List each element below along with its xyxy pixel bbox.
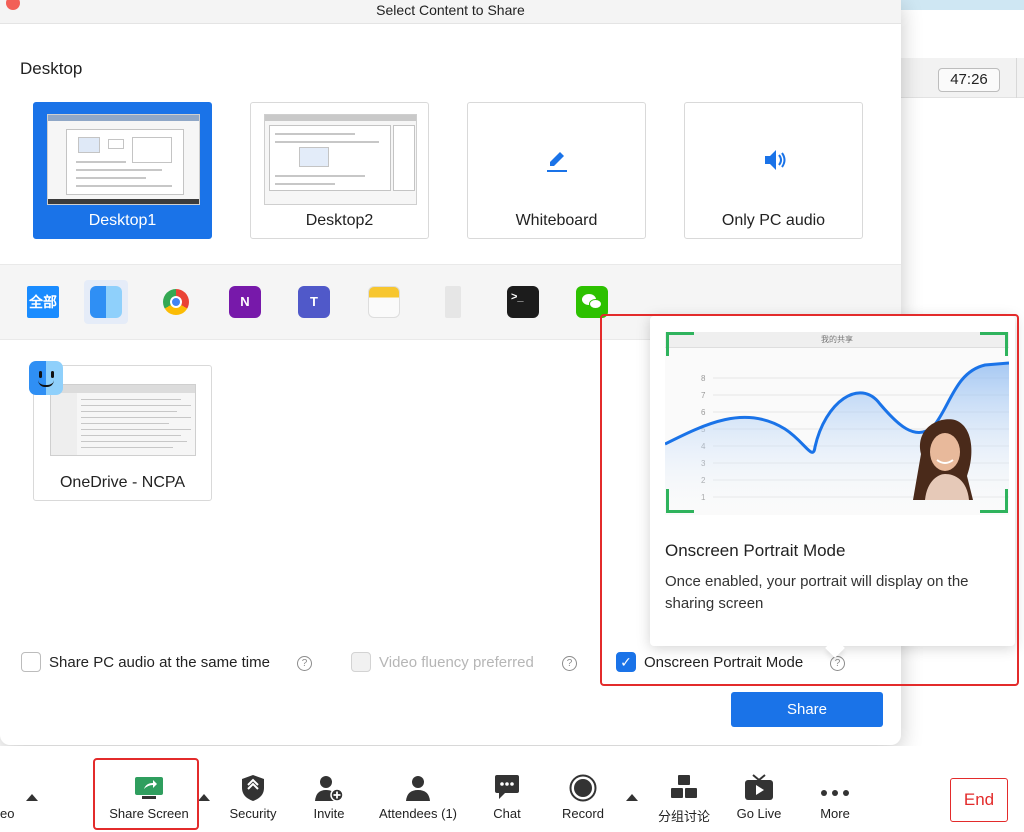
speaker-icon bbox=[685, 145, 862, 180]
finder-icon bbox=[29, 361, 63, 395]
divider bbox=[1016, 58, 1017, 98]
highlight-box bbox=[93, 758, 199, 830]
printer-icon bbox=[445, 286, 461, 318]
highlight-box bbox=[600, 314, 1019, 686]
app-filter-notes[interactable] bbox=[362, 280, 406, 324]
breakout-icon bbox=[670, 774, 698, 805]
chevron-up-icon[interactable] bbox=[626, 794, 638, 801]
app-filter-all[interactable]: 全部 bbox=[21, 280, 65, 324]
toolbar-record-button[interactable]: Record bbox=[556, 746, 610, 832]
tile-pc-audio[interactable]: Only PC audio bbox=[684, 102, 863, 239]
toolbar-label: eo bbox=[0, 806, 15, 821]
desktop2-thumbnail bbox=[264, 114, 417, 205]
meeting-window-top-strip bbox=[900, 0, 1024, 10]
toolbar-more-button[interactable]: More bbox=[810, 746, 860, 832]
end-meeting-button[interactable]: End bbox=[950, 778, 1008, 822]
tile-whiteboard[interactable]: Whiteboard bbox=[467, 102, 646, 239]
app-filter-onenote[interactable]: N bbox=[223, 280, 267, 324]
notes-icon bbox=[368, 286, 400, 318]
tile-desktop1[interactable]: Desktop1 bbox=[33, 102, 212, 239]
all-apps-label: 全部 bbox=[27, 286, 59, 318]
tile-window-onedrive[interactable]: OneDrive - NCPA bbox=[29, 361, 212, 501]
desktop1-thumbnail bbox=[47, 114, 200, 205]
toolbar-video-button[interactable]: eo bbox=[0, 746, 30, 832]
chrome-icon bbox=[163, 289, 189, 315]
live-icon bbox=[744, 774, 774, 807]
help-icon[interactable]: ? bbox=[297, 656, 312, 671]
onenote-icon: N bbox=[229, 286, 261, 318]
shield-icon bbox=[241, 774, 265, 807]
more-icon bbox=[820, 784, 850, 802]
toolbar-label: Go Live bbox=[736, 806, 782, 821]
app-filter-chrome[interactable] bbox=[154, 280, 198, 324]
section-label-desktop: Desktop bbox=[20, 59, 83, 78]
dialog-title: Select Content to Share bbox=[376, 2, 525, 18]
meeting-timer: 47:26 bbox=[938, 68, 1000, 92]
dialog-titlebar: Select Content to Share bbox=[0, 0, 901, 24]
toolbar-attendees-button[interactable]: Attendees (1) bbox=[376, 746, 460, 832]
finder-icon bbox=[90, 286, 122, 318]
toolbar-breakout-button[interactable]: 分组讨论 bbox=[652, 746, 716, 832]
share-audio-checkbox[interactable] bbox=[21, 652, 41, 672]
tile-label: Whiteboard bbox=[515, 212, 598, 229]
tile-label: OneDrive - NCPA bbox=[59, 474, 186, 491]
video-fluency-checkbox bbox=[351, 652, 371, 672]
tile-label: Desktop2 bbox=[305, 212, 374, 229]
toolbar-label: Attendees (1) bbox=[378, 806, 458, 821]
toolbar-security-button[interactable]: Security bbox=[222, 746, 284, 832]
chevron-up-icon[interactable] bbox=[26, 794, 38, 801]
toolbar-go-live-button[interactable]: Go Live bbox=[732, 746, 786, 832]
toolbar-invite-button[interactable]: Invite bbox=[304, 746, 354, 832]
chat-icon bbox=[493, 774, 521, 805]
pen-icon bbox=[468, 145, 645, 180]
tile-label: Desktop1 bbox=[88, 212, 157, 229]
teams-icon: T bbox=[298, 286, 330, 318]
record-icon bbox=[569, 774, 597, 807]
toolbar-label: Invite bbox=[313, 806, 345, 821]
app-filter-teams[interactable]: T bbox=[292, 280, 336, 324]
add-user-icon bbox=[314, 774, 344, 807]
app-filter-printer[interactable] bbox=[431, 280, 475, 324]
toolbar-chat-button[interactable]: Chat bbox=[482, 746, 532, 832]
app-filter-finder[interactable] bbox=[84, 280, 128, 324]
toolbar-label: 分组讨论 bbox=[657, 809, 710, 824]
video-fluency-label: Video fluency preferred bbox=[379, 654, 534, 671]
toolbar-label: More bbox=[820, 806, 850, 821]
toolbar-label: Security bbox=[229, 806, 277, 821]
toolbar-label: Record bbox=[562, 806, 604, 821]
terminal-icon: >_ bbox=[507, 286, 539, 318]
help-icon[interactable]: ? bbox=[562, 656, 577, 671]
chevron-up-icon[interactable] bbox=[198, 794, 210, 801]
share-button[interactable]: Share bbox=[731, 692, 883, 727]
tile-label: Only PC audio bbox=[721, 212, 826, 229]
share-audio-label: Share PC audio at the same time bbox=[49, 654, 270, 671]
window-thumbnail bbox=[50, 384, 196, 456]
tile-desktop2[interactable]: Desktop2 bbox=[250, 102, 429, 239]
toolbar-label: Chat bbox=[493, 806, 521, 821]
app-filter-terminal[interactable]: >_ bbox=[501, 280, 545, 324]
attendees-icon bbox=[403, 774, 433, 807]
